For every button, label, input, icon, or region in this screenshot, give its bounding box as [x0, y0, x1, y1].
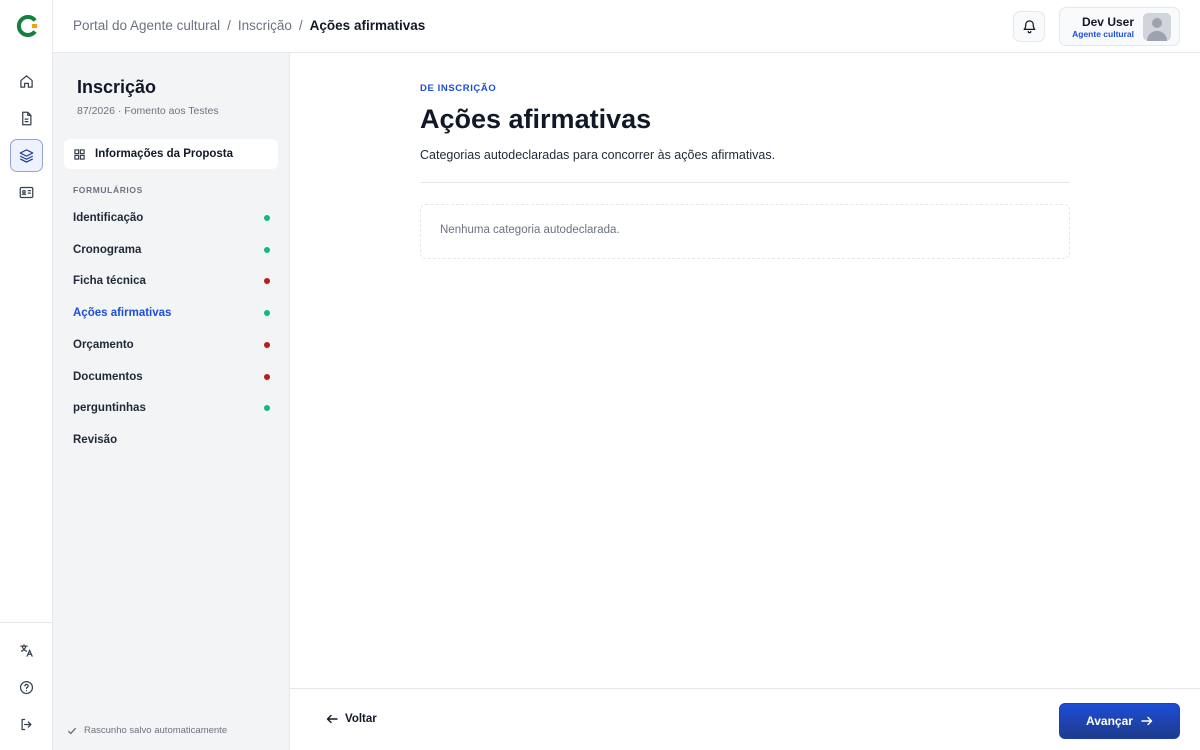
status-dot-complete [264, 405, 270, 411]
check-icon [68, 727, 76, 734]
next-label: Avançar [1086, 714, 1133, 728]
sidebar-item-acoes-afirmativas[interactable]: Ações afirmativas [73, 303, 271, 323]
user-silhouette-icon [1147, 18, 1167, 41]
section-eyebrow: DE INSCRIÇÃO [420, 83, 497, 94]
breadcrumb-separator: / [298, 18, 303, 33]
form-sidebar: Inscrição 87/2026 · Fomento aos Testes I… [53, 53, 290, 750]
sidebar-item-orcamento[interactable]: Orçamento [73, 335, 271, 355]
profile-card-button[interactable] [10, 176, 43, 209]
next-button[interactable]: Avançar [1059, 703, 1180, 739]
status-dot-incomplete [264, 342, 270, 348]
sidebar-item-label: Ações afirmativas [73, 307, 172, 319]
grid-icon [74, 148, 85, 160]
back-button[interactable]: Voltar [326, 713, 377, 725]
sidebar-item-label: Cronograma [73, 244, 142, 256]
home-button[interactable] [10, 65, 43, 98]
autosave-text: Rascunho salvo automaticamente [84, 725, 228, 736]
bell-icon [1023, 20, 1035, 34]
app-logo-icon[interactable] [15, 14, 39, 38]
user-menu[interactable]: Dev User Agente cultural [1059, 7, 1180, 46]
sidebar-item-label: Ficha técnica [73, 275, 146, 287]
registrations-button[interactable] [10, 139, 43, 172]
user-role: Agente cultural [1072, 29, 1134, 39]
form-footer: Voltar Avançar [290, 688, 1200, 750]
status-dot-incomplete [264, 374, 270, 380]
sidebar-item-documentos[interactable]: Documentos [73, 367, 271, 387]
help-button[interactable] [10, 671, 43, 704]
status-dot-complete [264, 215, 270, 221]
breadcrumb-separator: / [227, 18, 231, 33]
arrow-right-icon [1141, 716, 1153, 726]
empty-categories-box: Nenhuma categoria autodeclarada. [420, 204, 1070, 259]
status-dot-complete [264, 247, 270, 253]
translate-icon [20, 644, 33, 657]
breadcrumb: Portal do Agente cultural / Inscrição / … [73, 18, 425, 33]
sidebar-item-revisao[interactable]: Revisão [73, 430, 271, 450]
sidebar-item-label: Orçamento [73, 339, 134, 351]
notifications-button[interactable] [1013, 11, 1045, 42]
page-title: Ações afirmativas [420, 104, 652, 134]
autosave-status: Rascunho salvo automaticamente [67, 725, 227, 736]
sidebar-item-cronograma[interactable]: Cronograma [73, 240, 271, 260]
icon-rail [0, 0, 53, 750]
breadcrumb-item-portal[interactable]: Portal do Agente cultural [73, 18, 220, 33]
sidebar-subtitle: 87/2026 · Fomento aos Testes [77, 105, 219, 117]
status-dot-complete [264, 310, 270, 316]
layers-icon [19, 149, 34, 163]
language-button[interactable] [10, 634, 43, 667]
content-divider [420, 182, 1070, 183]
document-icon [22, 111, 32, 126]
forms-section-label: FORMULÁRIOS [73, 185, 143, 195]
sidebar-item-label: Documentos [73, 371, 143, 383]
sidebar-item-label: Revisão [73, 434, 118, 446]
arrow-left-icon [326, 714, 338, 724]
sidebar-item-perguntinhas[interactable]: perguntinhas [73, 398, 271, 418]
page-description: Categorias autodeclaradas para concorrer… [420, 148, 776, 162]
breadcrumb-current: Ações afirmativas [309, 18, 426, 33]
id-card-icon [19, 186, 34, 199]
avatar [1143, 13, 1171, 41]
proposal-info-button[interactable]: Informações da Proposta [64, 139, 278, 169]
proposal-info-label: Informações da Proposta [95, 148, 234, 160]
sidebar-item-label: Identificação [73, 212, 144, 224]
sidebar-title: Inscrição [77, 77, 157, 97]
top-bar: Portal do Agente cultural / Inscrição / … [53, 0, 1200, 53]
sidebar-item-ficha-tecnica[interactable]: Ficha técnica [73, 271, 271, 291]
breadcrumb-item-inscricao[interactable]: Inscrição [238, 18, 292, 33]
logout-button[interactable] [10, 708, 43, 741]
rail-divider [0, 622, 53, 623]
documents-button[interactable] [10, 102, 43, 135]
status-dot-incomplete [264, 278, 270, 284]
back-label: Voltar [345, 713, 377, 725]
logout-icon [21, 718, 32, 731]
empty-message: Nenhuma categoria autodeclarada. [440, 224, 620, 236]
sidebar-item-identificacao[interactable]: Identificação [73, 208, 271, 228]
help-icon [19, 680, 34, 695]
sidebar-item-label: perguntinhas [73, 402, 146, 414]
home-icon [20, 75, 33, 88]
user-name: Dev User [1081, 15, 1134, 29]
